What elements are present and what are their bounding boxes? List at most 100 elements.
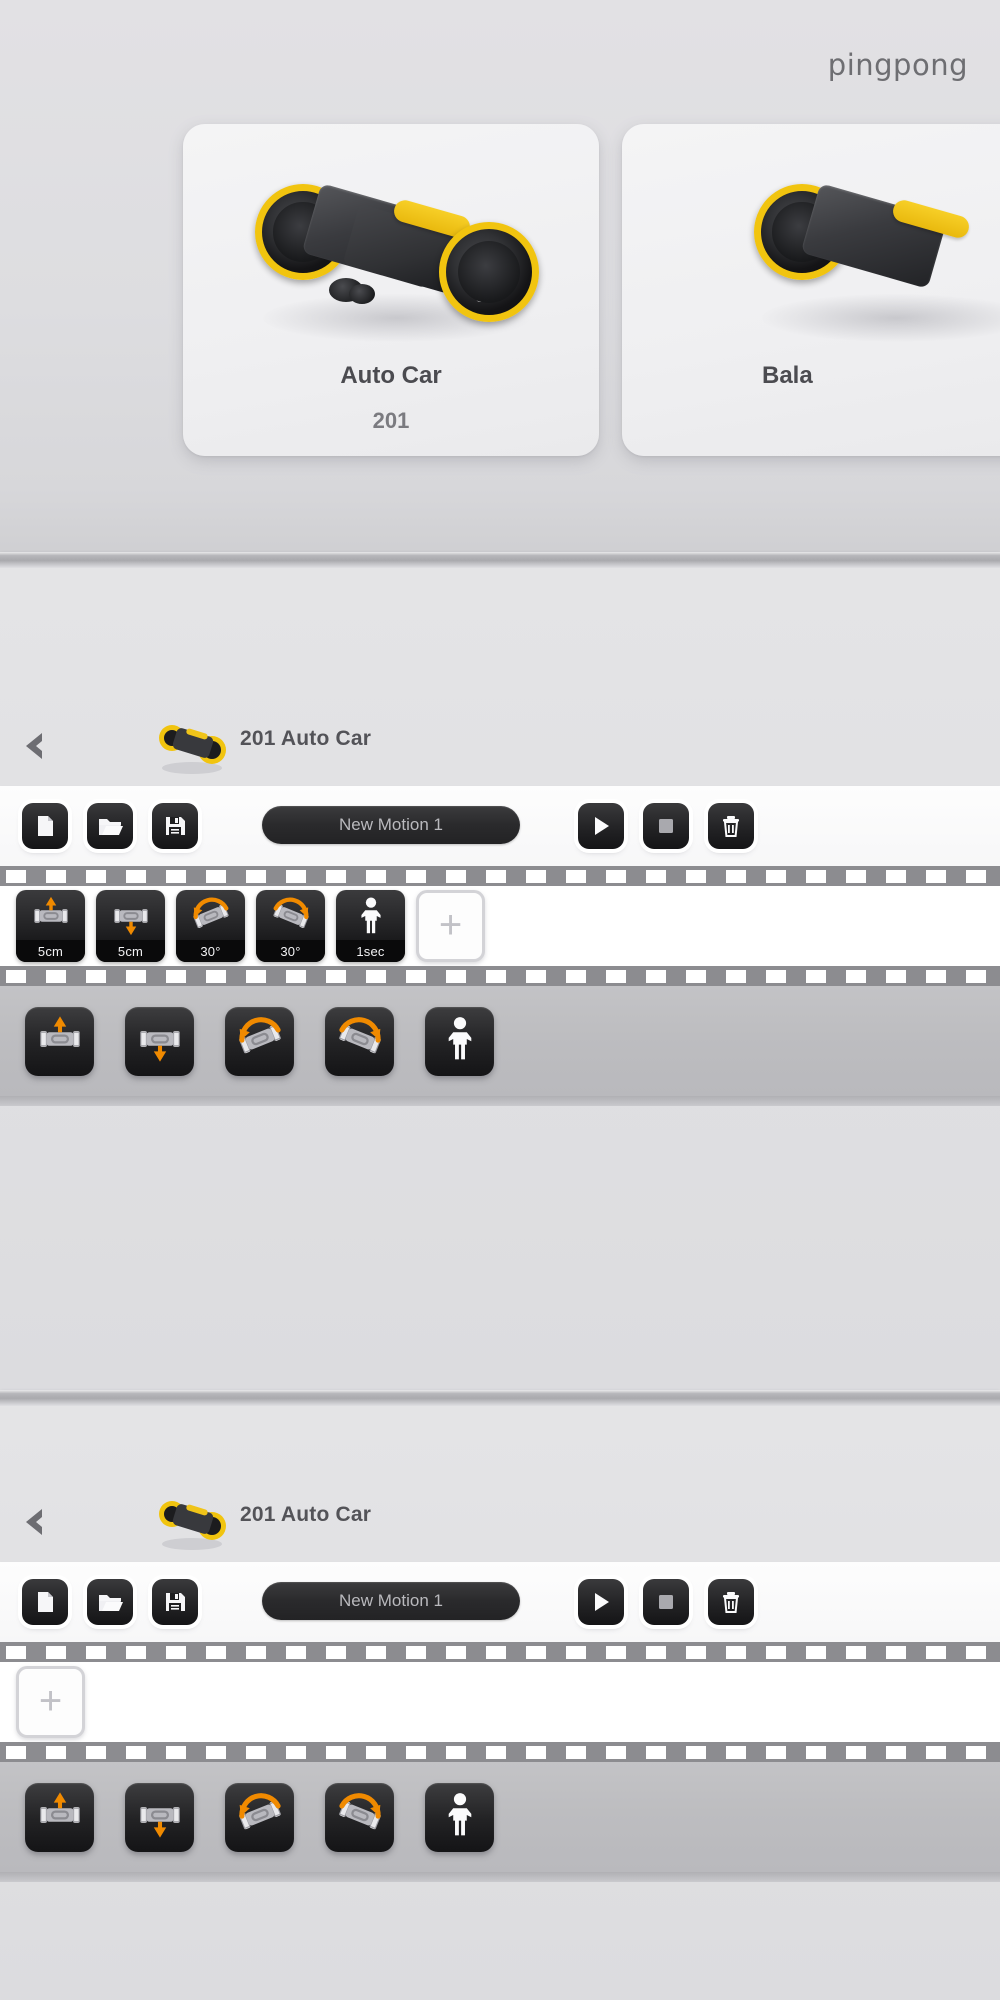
timeline-frame[interactable]: 5cm	[16, 890, 85, 962]
motion-name-input[interactable]: New Motion 1	[262, 806, 520, 844]
film-perforation-bottom	[0, 966, 1000, 986]
wait-person-icon	[434, 1789, 486, 1846]
balance-robot-illustration	[752, 172, 1000, 342]
stop-icon	[659, 1595, 673, 1609]
robot-caster	[349, 284, 375, 304]
play-icon	[595, 1593, 609, 1611]
stop-button[interactable]	[643, 1579, 689, 1625]
section-divider-1	[0, 552, 1000, 568]
timeline-frame[interactable]: 5cm	[96, 890, 165, 962]
move-up-icon	[16, 892, 85, 940]
save-disk-icon	[166, 817, 185, 835]
move-up-icon	[34, 1789, 86, 1846]
motion-name-input[interactable]: New Motion 1	[262, 1582, 520, 1620]
move-down-icon	[113, 909, 148, 936]
move-down-icon	[139, 1806, 180, 1838]
rotate-left-icon	[234, 1789, 286, 1846]
timeline-frame-list[interactable]: 5cm 5cm 30° 30° 1sec +	[0, 886, 1000, 966]
editor-title: 201 Auto Car	[240, 727, 372, 750]
rotate-right-icon	[334, 1013, 386, 1070]
back-button[interactable]	[12, 1500, 56, 1544]
timeline-frame-label: 30°	[256, 940, 325, 962]
robot-shadow	[762, 294, 1000, 342]
timeline-frame-label: 30°	[176, 940, 245, 962]
back-button[interactable]	[12, 724, 56, 768]
film-perforation-bottom	[0, 1742, 1000, 1762]
wheel-hole	[286, 207, 298, 219]
film-perforation-top	[0, 1642, 1000, 1662]
trash-icon	[723, 816, 739, 837]
rotate-left-icon	[238, 1792, 281, 1829]
trash-icon	[723, 1592, 739, 1613]
wheel-hole	[475, 290, 487, 303]
editor-header: 201 Auto Car	[0, 1484, 1000, 1562]
palette-move-up-button[interactable]	[25, 1782, 94, 1852]
rotate-right-icon	[334, 1789, 386, 1846]
model-card-title: Auto Car	[340, 362, 442, 389]
wait-person-icon	[448, 1016, 471, 1059]
new-file-button[interactable]	[22, 1579, 68, 1625]
timeline-frame-list[interactable]: +	[0, 1662, 1000, 1742]
open-folder-icon	[99, 819, 123, 835]
rotate-left-icon	[192, 897, 229, 929]
rotate-right-icon	[272, 897, 309, 929]
robot-wheel-right	[439, 222, 539, 322]
wheel-hole	[464, 263, 477, 275]
motion-palette	[0, 986, 1000, 1096]
rotate-right-icon	[256, 892, 325, 940]
palette-rotate-right-button[interactable]	[325, 1006, 394, 1076]
palette-move-up-button[interactable]	[25, 1006, 94, 1076]
rotate-left-icon	[234, 1013, 286, 1070]
stop-button[interactable]	[643, 803, 689, 849]
motion-editor-top: 201 Auto Car New Motion 1 5cm 5cm 30° 30…	[0, 568, 1000, 1390]
palette-rotate-left-button[interactable]	[225, 1782, 294, 1852]
wait-person-icon	[434, 1013, 486, 1070]
open-folder-icon	[99, 1595, 123, 1611]
header-model-thumbnail	[152, 1490, 232, 1554]
timeline-frame[interactable]: 1sec	[336, 890, 405, 962]
new-file-icon	[38, 816, 53, 836]
timeline-frame-label: 1sec	[336, 940, 405, 962]
film-perforation-top	[0, 866, 1000, 886]
palette-base-shadow	[0, 1872, 1000, 1882]
palette-rotate-left-button[interactable]	[225, 1006, 294, 1076]
move-down-icon	[96, 892, 165, 940]
motion-palette	[0, 1762, 1000, 1872]
play-button[interactable]	[578, 803, 624, 849]
timeline-filmstrip: 5cm 5cm 30° 30° 1sec +	[0, 866, 1000, 986]
add-frame-button[interactable]: +	[16, 1666, 85, 1738]
play-button[interactable]	[578, 1579, 624, 1625]
play-icon	[595, 817, 609, 835]
delete-button[interactable]	[708, 803, 754, 849]
palette-rotate-right-button[interactable]	[325, 1782, 394, 1852]
move-down-icon	[139, 1030, 180, 1062]
save-file-button[interactable]	[152, 1579, 198, 1625]
palette-move-down-button[interactable]	[125, 1006, 194, 1076]
move-up-icon	[39, 1015, 80, 1047]
wait-person-icon	[360, 897, 381, 934]
palette-wait-person-button[interactable]	[425, 1782, 494, 1852]
editor-toolbar: New Motion 1	[0, 1562, 1000, 1642]
timeline-frame[interactable]: 30°	[256, 890, 325, 962]
stop-icon	[659, 819, 673, 833]
save-file-button[interactable]	[152, 803, 198, 849]
open-file-button[interactable]	[87, 1579, 133, 1625]
palette-base-shadow	[0, 1096, 1000, 1106]
new-file-button[interactable]	[22, 803, 68, 849]
wait-person-icon	[336, 892, 405, 940]
rotate-left-icon	[238, 1016, 281, 1053]
timeline-frame[interactable]: 30°	[176, 890, 245, 962]
add-frame-button[interactable]: +	[416, 890, 485, 962]
wheel-hole	[280, 230, 291, 242]
palette-move-down-button[interactable]	[125, 1782, 194, 1852]
motion-editor-bottom: 201 Auto Car New Motion 1 +	[0, 1406, 1000, 2000]
palette-wait-person-button[interactable]	[425, 1006, 494, 1076]
model-card-balance[interactable]: Bala	[622, 124, 1000, 456]
open-file-button[interactable]	[87, 803, 133, 849]
auto-car-robot-illustration	[253, 172, 543, 342]
model-card-auto-car[interactable]: Auto Car 201	[183, 124, 599, 456]
section-divider-2	[0, 1390, 1000, 1406]
app-root: pingpong Auto Car 201 Bala 201 Auto Car …	[0, 0, 1000, 2000]
delete-button[interactable]	[708, 1579, 754, 1625]
timeline-filmstrip: +	[0, 1642, 1000, 1762]
